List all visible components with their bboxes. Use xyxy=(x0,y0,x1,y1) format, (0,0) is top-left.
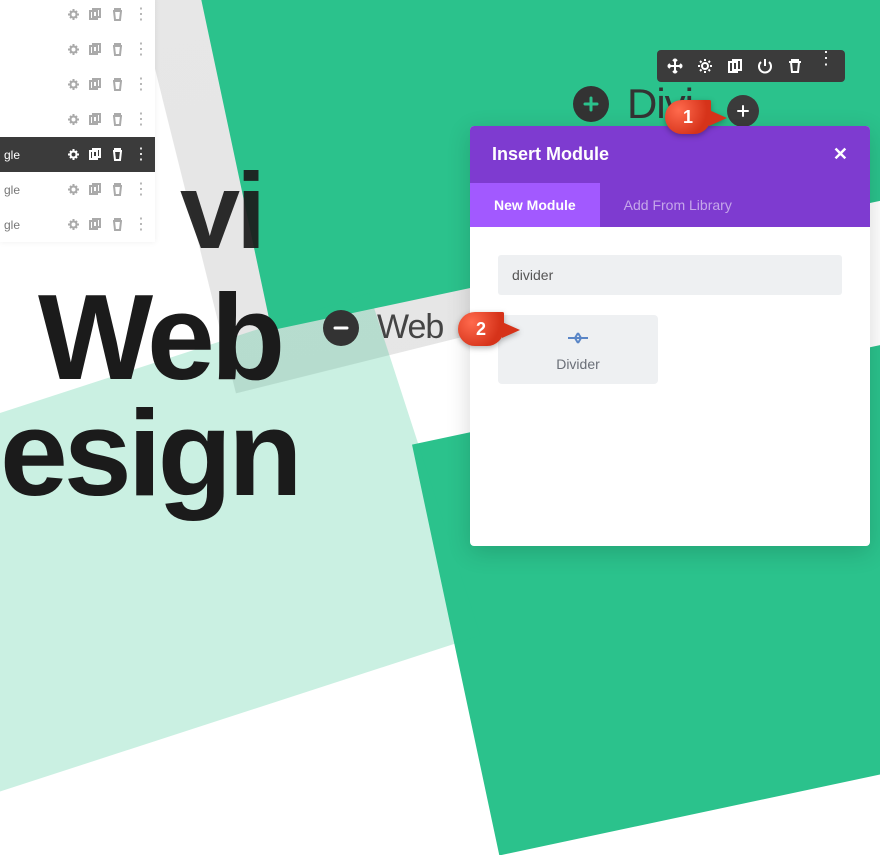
layer-row[interactable]: ⋮ xyxy=(0,32,155,67)
callout-number: 1 xyxy=(683,107,693,128)
layer-panel: ⋮ ⋮ ⋮ ⋮ gle xyxy=(0,0,155,242)
module-result-divider[interactable]: Divider xyxy=(498,315,658,384)
layer-label: gle xyxy=(4,148,20,162)
gear-icon[interactable] xyxy=(697,58,713,74)
move-icon[interactable] xyxy=(667,58,683,74)
layer-row[interactable]: ⋮ xyxy=(0,67,155,102)
collapse-row-button[interactable] xyxy=(323,310,359,346)
minus-icon xyxy=(332,319,350,337)
duplicate-icon[interactable] xyxy=(89,183,102,196)
callout-marker-1: 1 xyxy=(665,100,711,134)
divider-icon xyxy=(506,331,650,348)
power-icon[interactable] xyxy=(757,58,773,74)
duplicate-icon[interactable] xyxy=(727,58,743,74)
layer-row-active[interactable]: gle ⋮ xyxy=(0,137,155,172)
layer-row[interactable]: gle ⋮ xyxy=(0,172,155,207)
plus-icon xyxy=(736,104,750,118)
gear-icon[interactable] xyxy=(67,8,80,21)
gear-icon[interactable] xyxy=(67,43,80,56)
module-result-label: Divider xyxy=(506,356,650,372)
gear-icon[interactable] xyxy=(67,183,80,196)
module-search-input[interactable] xyxy=(498,255,842,295)
close-icon[interactable]: ✕ xyxy=(833,144,848,165)
callout-marker-2: 2 xyxy=(458,312,504,346)
plus-icon xyxy=(582,95,600,113)
module-action-bar: ⋮ xyxy=(657,50,845,82)
insert-module-modal: Insert Module ✕ New Module Add From Libr… xyxy=(470,126,870,546)
trash-icon[interactable] xyxy=(111,43,124,56)
duplicate-icon[interactable] xyxy=(89,148,102,161)
callout-number: 2 xyxy=(476,319,486,340)
trash-icon[interactable] xyxy=(111,8,124,21)
hero-text-web: Web xyxy=(38,280,281,396)
trash-icon[interactable] xyxy=(111,78,124,91)
layer-label: gle xyxy=(4,183,20,197)
hero-text-vi: vi xyxy=(180,160,262,263)
add-module-button[interactable] xyxy=(727,95,759,127)
inline-row-mid: Web xyxy=(323,308,443,347)
gear-icon[interactable] xyxy=(67,113,80,126)
layer-label: gle xyxy=(4,218,20,232)
trash-icon[interactable] xyxy=(111,113,124,126)
gear-icon[interactable] xyxy=(67,148,80,161)
duplicate-icon[interactable] xyxy=(89,8,102,21)
duplicate-icon[interactable] xyxy=(89,113,102,126)
modal-tabs: New Module Add From Library xyxy=(470,183,870,227)
layer-row[interactable]: gle ⋮ xyxy=(0,207,155,242)
add-row-button[interactable] xyxy=(573,86,609,122)
trash-icon[interactable] xyxy=(111,183,124,196)
duplicate-icon[interactable] xyxy=(89,218,102,231)
more-icon[interactable]: ⋮ xyxy=(817,58,835,74)
gear-icon[interactable] xyxy=(67,218,80,231)
hero-text-design: esign xyxy=(0,396,299,512)
trash-icon[interactable] xyxy=(111,218,124,231)
layer-row[interactable]: ⋮ xyxy=(0,102,155,137)
row-title: Web xyxy=(377,308,443,347)
duplicate-icon[interactable] xyxy=(89,78,102,91)
trash-icon[interactable] xyxy=(111,148,124,161)
modal-title: Insert Module xyxy=(492,144,609,165)
tab-add-from-library[interactable]: Add From Library xyxy=(600,183,756,227)
layer-row[interactable]: ⋮ xyxy=(0,0,155,32)
modal-body: Divider xyxy=(470,227,870,404)
modal-header: Insert Module ✕ xyxy=(470,126,870,183)
gear-icon[interactable] xyxy=(67,78,80,91)
trash-icon[interactable] xyxy=(787,58,803,74)
duplicate-icon[interactable] xyxy=(89,43,102,56)
tab-new-module[interactable]: New Module xyxy=(470,183,600,227)
